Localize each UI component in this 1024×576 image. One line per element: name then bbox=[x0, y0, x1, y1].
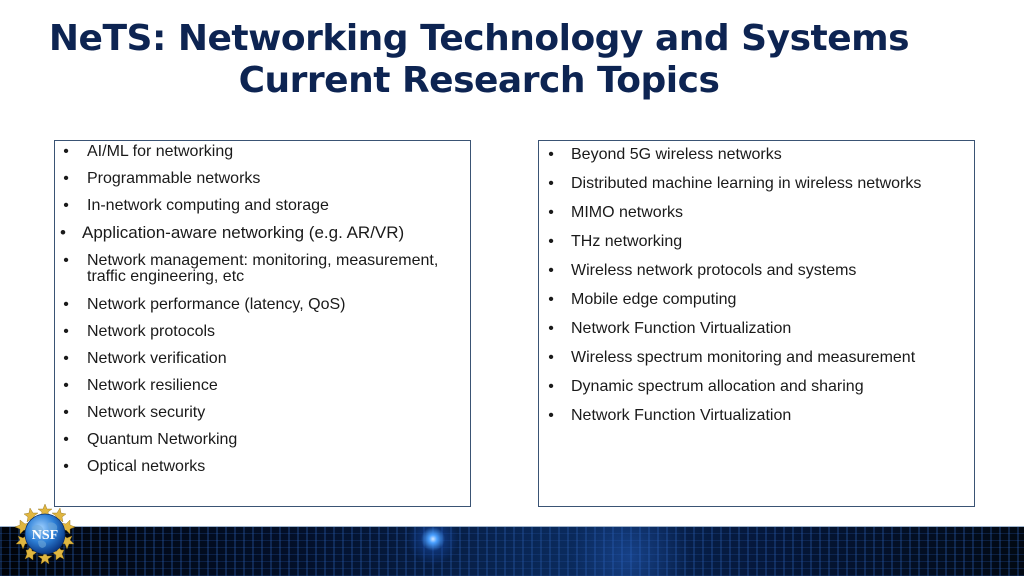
list-item: • Wireless spectrum monitoring and measur… bbox=[539, 350, 974, 366]
list-item: • Wireless network protocols and systems bbox=[539, 263, 974, 279]
list-item: • AI/ML for networking bbox=[55, 144, 470, 160]
slide-title-line-2: Current Research Topics bbox=[238, 60, 720, 101]
bullet-icon: • bbox=[548, 291, 554, 308]
list-item-text: Network Function Virtualization bbox=[571, 320, 792, 337]
list-item-text: Programmable networks bbox=[87, 170, 261, 187]
bullet-icon: • bbox=[63, 431, 69, 448]
bullet-icon: • bbox=[548, 320, 554, 337]
bullet-icon: • bbox=[548, 233, 554, 250]
bullet-icon: • bbox=[60, 223, 66, 242]
list-item-text: Beyond 5G wireless networks bbox=[571, 146, 782, 163]
list-item: • THz networking bbox=[539, 234, 974, 250]
nsf-logo-icon: NSF bbox=[14, 503, 76, 565]
bullet-icon: • bbox=[548, 175, 554, 192]
slide-title-line-1: NeTS: Networking Technology and Systems bbox=[48, 18, 910, 59]
list-item: • Distributed machine learning in wireles… bbox=[539, 176, 974, 192]
list-item: • Network performance (latency, QoS) bbox=[55, 297, 470, 313]
list-item-text: Dynamic spectrum allocation and sharing bbox=[571, 378, 864, 395]
bullet-icon: • bbox=[63, 143, 69, 160]
list-item-text: Network resilience bbox=[87, 377, 218, 394]
list-item-text: THz networking bbox=[571, 233, 683, 250]
list-item: • Network Function Virtualization bbox=[539, 321, 974, 337]
bullet-icon: • bbox=[548, 204, 554, 221]
list-item-text: Network performance (latency, QoS) bbox=[87, 296, 346, 313]
list-item-text: Network verification bbox=[87, 350, 227, 367]
bullet-icon: • bbox=[548, 349, 554, 366]
bullet-icon: • bbox=[63, 197, 69, 214]
list-item-text: Application-aware networking (e.g. AR/VR… bbox=[82, 223, 405, 242]
list-item-text: Optical networks bbox=[87, 458, 206, 475]
wired-topics-box: • AI/ML for networking • Programmable netw… bbox=[54, 140, 471, 507]
bullet-icon: • bbox=[63, 296, 69, 313]
list-item: • Network Function Virtualization bbox=[539, 408, 974, 424]
bullet-icon: • bbox=[63, 377, 69, 394]
bullet-icon: • bbox=[63, 404, 69, 421]
list-item-text: Network management: monitoring, measurem… bbox=[87, 252, 439, 285]
list-item: • MIMO networks bbox=[539, 205, 974, 221]
list-item: • Network protocols bbox=[55, 324, 470, 340]
bullet-icon: • bbox=[63, 458, 69, 475]
list-item: • Network management: monitoring, measure… bbox=[55, 253, 462, 285]
list-item: • Beyond 5G wireless networks bbox=[539, 147, 974, 163]
bullet-icon: • bbox=[548, 262, 554, 279]
list-item: • Network verification bbox=[55, 351, 470, 367]
list-item-text: Wireless network protocols and systems bbox=[571, 262, 857, 279]
bullet-icon: • bbox=[63, 170, 69, 187]
footer-banner bbox=[0, 526, 1024, 576]
list-item: • Programmable networks bbox=[55, 171, 470, 187]
list-item: • Quantum Networking bbox=[55, 432, 470, 448]
list-item: • Network resilience bbox=[55, 378, 470, 394]
bullet-icon: • bbox=[548, 407, 554, 424]
list-item: • Application-aware networking (e.g. AR/V… bbox=[55, 223, 470, 242]
list-item-text: In-network computing and storage bbox=[87, 197, 329, 214]
list-item-text: MIMO networks bbox=[571, 204, 684, 221]
nsf-logo-text: NSF bbox=[32, 528, 58, 543]
list-item: • Network security bbox=[55, 405, 470, 421]
wireless-topics-box: • Beyond 5G wireless networks • Distribute… bbox=[538, 140, 975, 507]
list-item-text: AI/ML for networking bbox=[87, 143, 234, 160]
list-item: • Mobile edge computing bbox=[539, 292, 974, 308]
bullet-icon: • bbox=[548, 146, 554, 163]
list-item: • Optical networks bbox=[55, 459, 470, 475]
list-item: • In-network computing and storage bbox=[55, 198, 470, 214]
list-item-text: Wireless spectrum monitoring and measure… bbox=[571, 349, 916, 366]
bullet-icon: • bbox=[63, 323, 69, 340]
bullet-icon: • bbox=[63, 350, 69, 367]
list-item-text: Network protocols bbox=[87, 323, 216, 340]
list-item-text: Distributed machine learning in wireless… bbox=[571, 175, 922, 192]
bullet-icon: • bbox=[63, 252, 69, 269]
list-item-text: Network security bbox=[87, 404, 206, 421]
slide-title: NeTS: Networking Technology and Systems … bbox=[0, 18, 958, 102]
list-item-text: Network Function Virtualization bbox=[571, 407, 792, 424]
list-item: • Dynamic spectrum allocation and sharing bbox=[539, 379, 974, 395]
bullet-icon: • bbox=[548, 378, 554, 395]
list-item-text: Quantum Networking bbox=[87, 431, 238, 448]
footer-divider bbox=[0, 526, 1024, 527]
list-item-text: Mobile edge computing bbox=[571, 291, 737, 308]
